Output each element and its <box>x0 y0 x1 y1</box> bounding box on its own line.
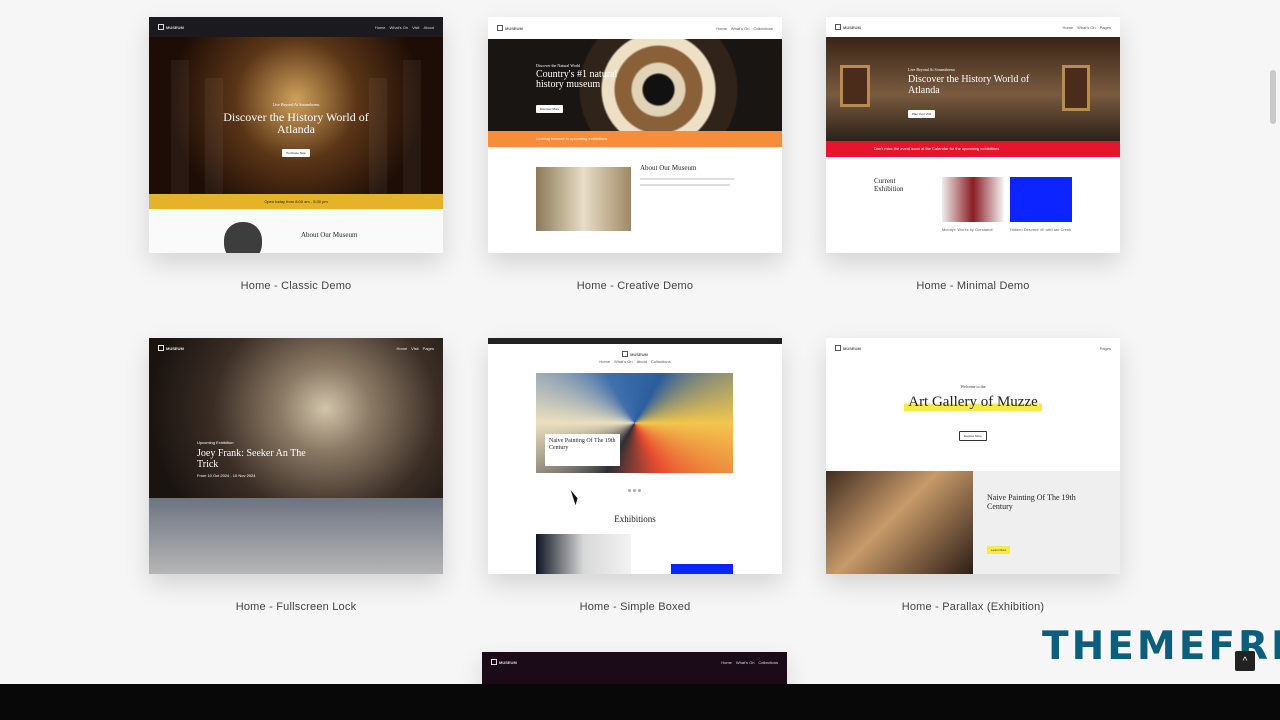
nav-home[interactable]: Home <box>375 25 386 30</box>
skull-hero: Upcoming Exhibition Joey Frank: Seeker A… <box>149 338 443 574</box>
learn-more-button[interactable]: Learn More <box>987 546 1011 554</box>
creative-demo-preview[interactable]: MUSEUM Home What's On Collections Discover… <box>488 17 782 253</box>
exhibition-title: Naive Painting Of The 19th Century <box>987 493 1076 511</box>
museum-logo-icon <box>835 345 841 351</box>
hero-title: Discover the History World of Atlanda <box>908 74 1030 96</box>
exhibition-title: Current Exhibition <box>874 177 904 193</box>
event-bar: Don't miss the event soon at the Calenda… <box>826 141 1120 157</box>
simple-boxed-preview[interactable]: MUSEUM Home What's On About Collections Nai… <box>488 338 782 574</box>
museum-logo-icon <box>158 24 164 30</box>
hero-button[interactable]: Purchase Now <box>282 149 310 157</box>
minimal-demo-title[interactable]: Home - Minimal Demo <box>826 280 1120 292</box>
about-title: About Our Museum <box>640 164 697 172</box>
hero-kicker: Live Beyond At Sonambrenu <box>272 102 320 107</box>
nav-whats-on[interactable]: What's On <box>731 26 750 31</box>
museum-logo: MUSEUM <box>491 659 517 665</box>
hero-kicker: Discover the Natural World <box>536 63 581 68</box>
museum-logo-icon <box>491 659 497 665</box>
museum-logo-icon <box>158 345 164 351</box>
bottom-black-bar <box>0 684 1280 720</box>
classic-demo-preview[interactable]: MUSEUM Home What's On Visit About Live Beyo… <box>149 17 443 253</box>
museum-logo-icon <box>835 24 841 30</box>
caption-title: Naive Painting Of The 19th Century <box>549 438 616 451</box>
about-title: About Our Museum <box>301 231 358 239</box>
minimal-demo-preview[interactable]: MUSEUM Home What's On Pages Live Beyond At… <box>826 17 1120 253</box>
museum-logo: MUSEUM <box>835 345 861 351</box>
parallax-exhibition-preview[interactable]: MUSEUM Pages Welcome to the Art Gallery … <box>826 338 1120 574</box>
exhibition-image-2 <box>671 564 733 574</box>
fullscreen-lock-preview[interactable]: MUSEUM Home Visit Pages Upcoming Exhibitio… <box>149 338 443 574</box>
exhibition-bar: Looking forward to upcoming exhibitions <box>488 131 782 147</box>
museum-logo-icon <box>622 351 629 357</box>
fullscreen-lock-title[interactable]: Home - Fullscreen Lock <box>149 601 443 613</box>
classic-demo-header: MUSEUM Home What's On Visit About <box>149 17 443 37</box>
boxed-nav: Home What's On About Collections <box>599 359 671 364</box>
hero-button[interactable]: Discover More <box>536 105 564 113</box>
partial-demo-nav: Home What's On Collections <box>721 659 778 665</box>
hero-button[interactable]: Explore More <box>959 431 987 442</box>
classic-demo-title[interactable]: Home - Classic Demo <box>149 280 443 292</box>
minimal-demo-nav: Home What's On Pages <box>1062 24 1111 30</box>
demo-gallery-page: MUSEUM Home What's On Visit About Live Beyo… <box>0 0 1280 720</box>
museum-logo: MUSEUM <box>622 351 648 357</box>
gallery-image <box>536 167 631 231</box>
nav-home[interactable]: Home <box>716 26 727 31</box>
parallax-exhibition-title[interactable]: Home - Parallax (Exhibition) <box>826 601 1120 613</box>
nav-collections[interactable]: Collections <box>753 26 773 31</box>
exhibition-image-1 <box>536 534 631 574</box>
hero-title: Country's #1 natural history museum <box>536 69 618 90</box>
fullscreen-nav: Home Visit Pages <box>396 345 435 351</box>
hero-title: Art Gallery of Muzze <box>904 394 1042 412</box>
sculpture-image <box>224 222 262 253</box>
museum-logo-icon <box>497 25 503 31</box>
chevron-up-icon: ^ <box>1242 655 1248 667</box>
spiral-staircase-hero: Discover the Natural World Country's #1 … <box>488 39 782 131</box>
museum-logo: MUSEUM <box>158 24 184 30</box>
hero-button[interactable]: Plan Your Visit <box>908 110 936 118</box>
nav-visit[interactable]: Visit <box>412 25 419 30</box>
exhibit-image-2 <box>1010 177 1072 222</box>
nav-whats-on[interactable]: What's On <box>390 25 409 30</box>
museum-logo: MUSEUM <box>158 345 184 351</box>
vertical-scrollbar[interactable] <box>1270 70 1276 124</box>
scroll-to-top-button[interactable]: ^ <box>1235 651 1255 671</box>
museum-logo: MUSEUM <box>835 24 861 30</box>
hero-title: Discover the History World of Atlanda <box>223 110 369 136</box>
painting-image <box>826 471 973 574</box>
simple-boxed-title[interactable]: Home - Simple Boxed <box>488 601 782 613</box>
minimal-demo-header: MUSEUM Home What's On Pages <box>826 17 1120 37</box>
nav-about[interactable]: About <box>424 25 434 30</box>
creative-demo-header: MUSEUM Home What's On Collections <box>488 17 782 39</box>
parallax-nav: Pages <box>1099 345 1111 351</box>
museum-logo: MUSEUM <box>497 25 523 31</box>
exhibit-image-1 <box>942 177 1004 222</box>
creative-demo-title[interactable]: Home - Creative Demo <box>488 280 782 292</box>
gallery-hero: Live Beyond At Sonambrenu Discover the H… <box>826 37 1120 141</box>
partial-demo-preview[interactable]: MUSEUM Home What's On Collections <box>482 652 787 684</box>
exhibitions-title: Exhibitions <box>614 514 656 524</box>
opening-hours-bar: Open today from 8:00 am - 5:30 pm <box>149 194 443 209</box>
classic-demo-nav: Home What's On Visit About <box>375 25 434 30</box>
creative-demo-nav: Home What's On Collections <box>716 26 773 31</box>
hero-title: Joey Frank: Seeker An The Trick <box>197 448 306 470</box>
library-hero: Live Beyond At Sonambrenu Discover the H… <box>149 37 443 194</box>
